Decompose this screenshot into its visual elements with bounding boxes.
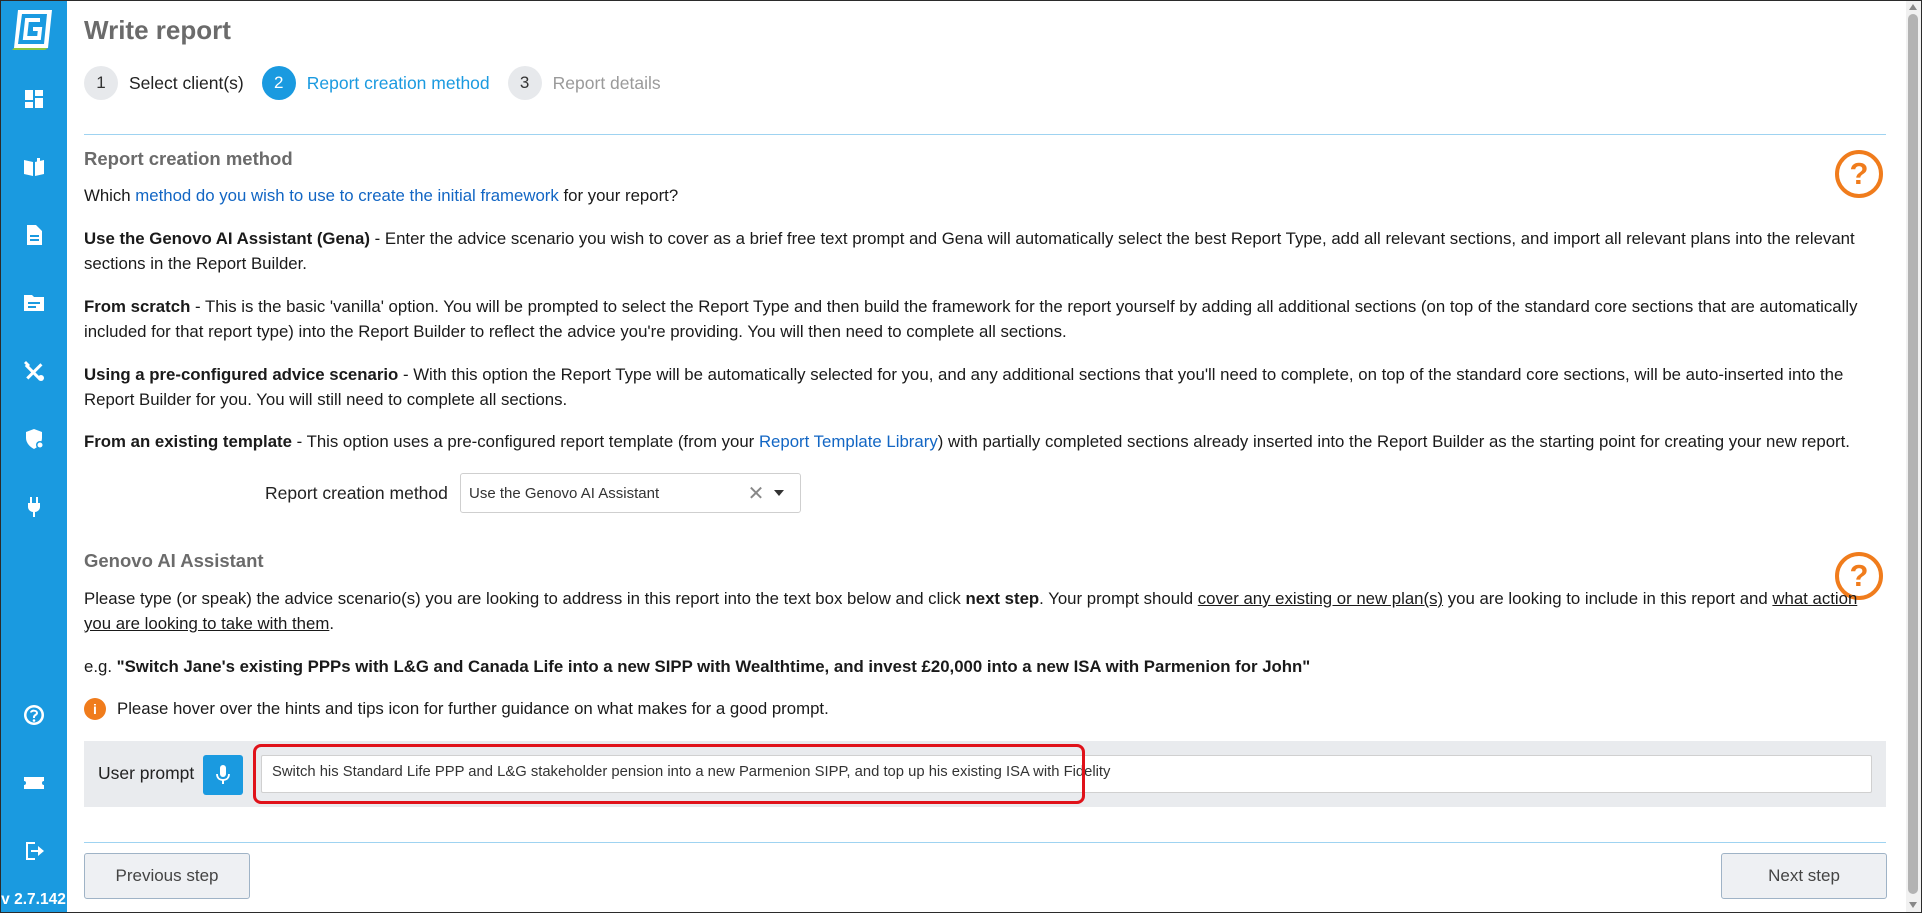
report-template-library-link[interactable]: Report Template Library [759,432,938,451]
info-icon: i [84,698,106,720]
hint-text: Please hover over the hints and tips ico… [117,699,829,718]
step-label: Report details [552,72,661,93]
step-label: Select client(s) [129,72,244,93]
plug-icon[interactable] [19,492,49,522]
step-number: 2 [261,66,296,100]
ticket-icon[interactable] [19,768,49,798]
step-label: Report creation method [306,72,490,93]
option-template-text: From an existing template - This option … [84,432,1850,451]
library-book-icon[interactable] [19,152,49,182]
select-value: Use the Genovo AI Assistant [469,484,660,502]
shield-icon[interactable] [19,424,49,454]
scroll-down-arrow-icon[interactable] [1909,902,1917,908]
stepper: 1 Select client(s) 2 Report creation met… [84,66,679,100]
assistant-instructions: Please type (or speak) the advice scenar… [84,589,1858,633]
step-select-clients[interactable]: 1 Select client(s) [84,66,244,100]
microphone-button[interactable] [203,755,243,795]
step-report-details[interactable]: 3 Report details [507,66,661,100]
user-prompt-input[interactable] [261,755,1872,793]
divider [84,842,1886,843]
step-number: 1 [84,66,118,100]
divider [84,134,1886,135]
report-creation-method-select[interactable]: Use the Genovo AI Assistant ✕ [460,473,801,513]
page-title: Write report [84,15,231,45]
step-report-creation-method[interactable]: 2 Report creation method [261,66,490,100]
option-preconfigured-text: Using a pre-configured advice scenario -… [84,365,1844,409]
option-ai-assistant-text: Use the Genovo AI Assistant (Gena) - Ent… [84,229,1855,273]
folder-icon[interactable] [19,288,49,318]
section-title-creation-method: Report creation method [84,148,293,169]
user-prompt-bar: User prompt [84,741,1886,807]
scroll-up-arrow-icon[interactable] [1909,4,1917,10]
help-circle-icon[interactable] [19,700,49,730]
previous-step-button[interactable]: Previous step [84,853,250,899]
chevron-down-icon[interactable] [774,490,784,496]
logout-icon[interactable] [19,836,49,866]
hint-row: i Please hover over the hints and tips i… [84,698,829,720]
document-icon[interactable] [19,220,49,250]
section-title-ai-assistant: Genovo AI Assistant [84,550,264,571]
version-label: v 2.7.142 [1,891,66,908]
method-info-link[interactable]: method do you wish to use to create the … [135,186,558,205]
scrollbar-thumb[interactable] [1908,14,1918,894]
dashboard-icon[interactable] [19,84,49,114]
clear-icon[interactable]: ✕ [744,481,768,506]
tools-icon[interactable] [19,356,49,386]
genovo-logo[interactable] [12,8,54,50]
sidebar: v 2.7.142 [0,0,67,913]
main-content: Write report 1 Select client(s) 2 Report… [84,0,1887,913]
next-step-button[interactable]: Next step [1721,853,1887,899]
user-prompt-label: User prompt [98,763,195,783]
step-number: 3 [507,66,542,100]
report-creation-method-label: Report creation method [265,483,448,503]
intro-text: Which method do you wish to use to creat… [84,186,679,205]
microphone-icon [216,765,230,784]
option-from-scratch-text: From scratch - This is the basic 'vanill… [84,297,1858,341]
example-prompt: e.g. "Switch Jane's existing PPPs with L… [84,657,1311,676]
